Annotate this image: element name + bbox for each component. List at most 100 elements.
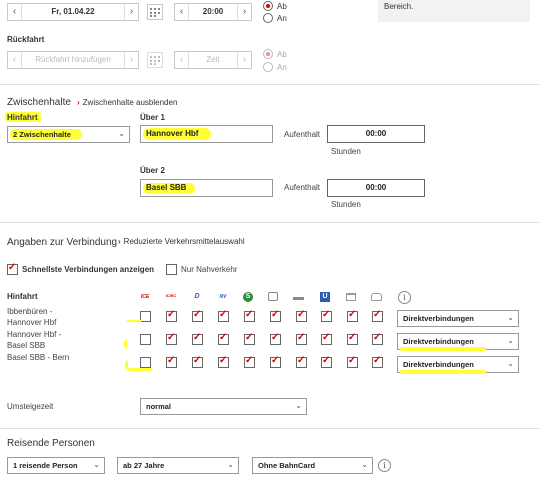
- transport-checkbox[interactable]: [347, 309, 358, 322]
- transport-checkbox[interactable]: [270, 332, 281, 345]
- highlight-mark: [127, 320, 141, 322]
- date-value: Fr, 01.04.22: [51, 7, 95, 16]
- direct-connection-value: Direktverbindungen: [403, 360, 474, 369]
- return-radio-an[interactable]: [263, 62, 273, 72]
- age-select[interactable]: ab 27 Jahre ⌄: [117, 457, 239, 474]
- aufenthalt2-input[interactable]: 00:00: [327, 179, 425, 197]
- transport-checkbox[interactable]: [218, 332, 229, 345]
- transport-checkbox[interactable]: [218, 309, 229, 322]
- transport-checkbox[interactable]: [372, 355, 383, 368]
- stunden1-label: Stunden: [331, 147, 361, 156]
- transport-checkbox[interactable]: [166, 355, 177, 368]
- chevron-down-icon: ⌄: [361, 460, 368, 469]
- segment-label: Hannover Hbf - Basel SBB: [7, 330, 62, 350]
- transport-checkbox[interactable]: [218, 355, 229, 368]
- chevron-down-icon: ⌄: [93, 460, 100, 469]
- return-time-stepper[interactable]: ‹ Zeit ›: [174, 51, 252, 69]
- date-prev-button[interactable]: ‹: [8, 4, 22, 20]
- aufenthalt2-value: 00:00: [365, 183, 387, 192]
- transport-checkbox[interactable]: [192, 332, 203, 345]
- radio-ab[interactable]: [263, 1, 273, 11]
- date-stepper[interactable]: ‹ Fr, 01.04.22 ›: [7, 3, 139, 21]
- time-next-button[interactable]: ›: [237, 4, 251, 20]
- highlight-mark: [400, 370, 486, 374]
- umsteigezeit-label: Umsteigezeit: [7, 402, 54, 411]
- return-date-stepper[interactable]: ‹ Rückfahrt hinzufügen ›: [7, 51, 139, 69]
- chevron-down-icon: ⌄: [507, 313, 514, 322]
- transport-checkbox[interactable]: [244, 355, 255, 368]
- persons-select[interactable]: 1 reisende Person ⌄: [7, 457, 105, 474]
- transport-checkbox[interactable]: [244, 309, 255, 322]
- time-stepper[interactable]: ‹ 20:00 ›: [174, 3, 252, 21]
- radio-an-label: An: [277, 14, 287, 23]
- via2-input[interactable]: Basel SBB: [140, 179, 273, 197]
- umsteigezeit-select[interactable]: normal ⌄: [140, 398, 307, 415]
- transport-checkbox[interactable]: [244, 332, 255, 345]
- aufenthalt1-input[interactable]: 00:00: [327, 125, 425, 143]
- rueckfahrt-heading: Rückfahrt: [7, 35, 45, 44]
- nahverkehr-checkbox[interactable]: [166, 264, 177, 275]
- return-date-placeholder: Rückfahrt hinzufügen: [35, 55, 111, 64]
- via1-label: Über 1: [140, 113, 165, 122]
- segment-label: Ibbenbüren - Hannover Hbf: [7, 307, 57, 327]
- divider: [0, 84, 540, 85]
- s-bahn-icon: S: [243, 292, 253, 302]
- return-radio-ab[interactable]: [263, 49, 273, 59]
- divider: [0, 222, 540, 223]
- segment-label: Basel SBB - Bern: [7, 353, 70, 362]
- info-icon[interactable]: i: [398, 291, 411, 304]
- fastest-checkbox[interactable]: [7, 262, 18, 275]
- transport-checkbox[interactable]: [347, 332, 358, 345]
- transport-checkbox[interactable]: [296, 332, 307, 345]
- transport-checkbox[interactable]: [321, 355, 332, 368]
- transport-checkbox[interactable]: [372, 332, 383, 345]
- transport-checkbox[interactable]: [321, 332, 332, 345]
- nahverkehr-label: Nur Nahverkehr: [181, 265, 238, 274]
- highlight-mark: [128, 368, 152, 371]
- transport-checkbox[interactable]: [321, 309, 332, 322]
- return-date-prev-button[interactable]: ‹: [8, 52, 22, 68]
- time-value: 20:00: [202, 7, 224, 16]
- transport-checkbox[interactable]: [296, 309, 307, 322]
- return-calendar-icon[interactable]: [147, 52, 163, 68]
- direct-connection-value: Direktverbindungen: [403, 314, 474, 323]
- highlight-mark: [400, 347, 486, 351]
- transport-checkbox[interactable]: [270, 355, 281, 368]
- transport-checkbox[interactable]: [166, 309, 177, 322]
- bus-icon: [268, 292, 278, 301]
- bahncard-select[interactable]: Ohne BahnCard ⌄: [252, 457, 373, 474]
- transport-checkbox[interactable]: [192, 355, 203, 368]
- transport-checkbox[interactable]: [347, 355, 358, 368]
- verbindung-hinfahrt-label: Hinfahrt: [7, 292, 38, 301]
- chevron-down-icon: ⌄: [507, 336, 514, 345]
- via1-input[interactable]: Hannover Hbf: [140, 125, 273, 143]
- return-time-placeholder: Zeit: [206, 55, 220, 64]
- ice-icon: ICE: [140, 294, 150, 300]
- transport-checkbox[interactable]: [372, 309, 383, 322]
- radio-an[interactable]: [263, 13, 273, 23]
- aufenthalt1-label: Aufenthalt: [284, 130, 321, 139]
- zwischenhalte-hide-link[interactable]: Zwischenhalte ausblenden: [77, 98, 178, 107]
- transport-checkbox[interactable]: [140, 311, 151, 322]
- u-bahn-icon: U: [320, 292, 330, 302]
- calendar-icon[interactable]: [147, 4, 163, 20]
- return-date-next-button[interactable]: ›: [124, 52, 138, 68]
- zwischenhalte-hinfahrt-label: Hinfahrt: [7, 113, 38, 122]
- info-icon[interactable]: i: [378, 459, 391, 472]
- stunden2-label: Stunden: [331, 200, 361, 209]
- transport-checkbox[interactable]: [270, 309, 281, 322]
- transport-checkbox[interactable]: [166, 332, 177, 345]
- age-value: ab 27 Jahre: [123, 461, 165, 470]
- time-prev-button[interactable]: ‹: [175, 4, 189, 20]
- return-time-next-button[interactable]: ›: [237, 52, 251, 68]
- aufenthalt1-value: 00:00: [365, 129, 387, 138]
- date-next-button[interactable]: ›: [124, 4, 138, 20]
- direct-connection-select[interactable]: Direktverbindungen ⌄: [397, 310, 519, 327]
- divider: [0, 428, 540, 429]
- return-time-prev-button[interactable]: ‹: [175, 52, 189, 68]
- transport-checkbox[interactable]: [296, 355, 307, 368]
- transport-checkbox[interactable]: [192, 309, 203, 322]
- stopovers-select[interactable]: 2 Zwischenhalte ⌄: [7, 126, 130, 143]
- stopovers-select-value: 2 Zwischenhalte: [13, 130, 71, 139]
- verbindung-reduced-link[interactable]: Reduzierte Verkehrsmittelauswahl: [118, 237, 245, 246]
